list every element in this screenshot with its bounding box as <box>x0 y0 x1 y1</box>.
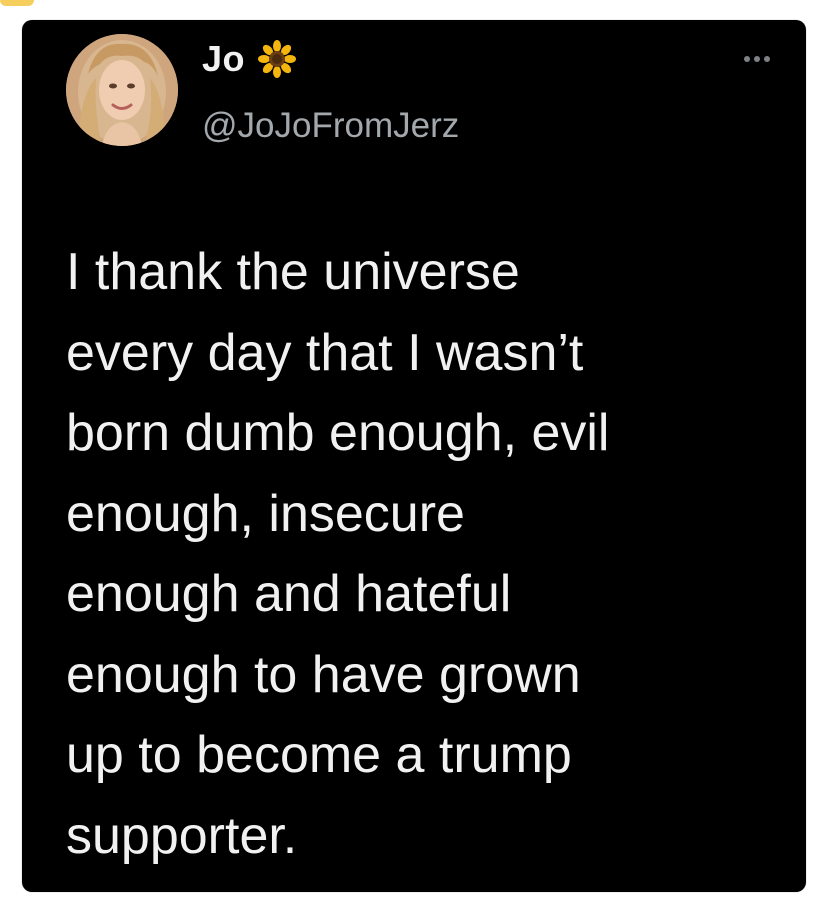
tweet-card[interactable]: Jo @JoJoFromJerz I thank the universe ev… <box>22 20 806 892</box>
sunflower-icon <box>257 39 297 79</box>
user-handle[interactable]: @JoJoFromJerz <box>202 106 459 146</box>
tweet-text: I thank the universe every day that I wa… <box>66 243 610 865</box>
cropped-emoji-fragment <box>0 0 34 6</box>
more-options-icon[interactable] <box>744 56 770 62</box>
screenshot-page: Jo @JoJoFromJerz I thank the universe ev… <box>0 0 828 912</box>
display-name[interactable]: Jo <box>202 38 245 80</box>
avatar[interactable] <box>66 34 178 146</box>
name-row: Jo <box>202 38 297 80</box>
avatar-image <box>66 34 178 146</box>
